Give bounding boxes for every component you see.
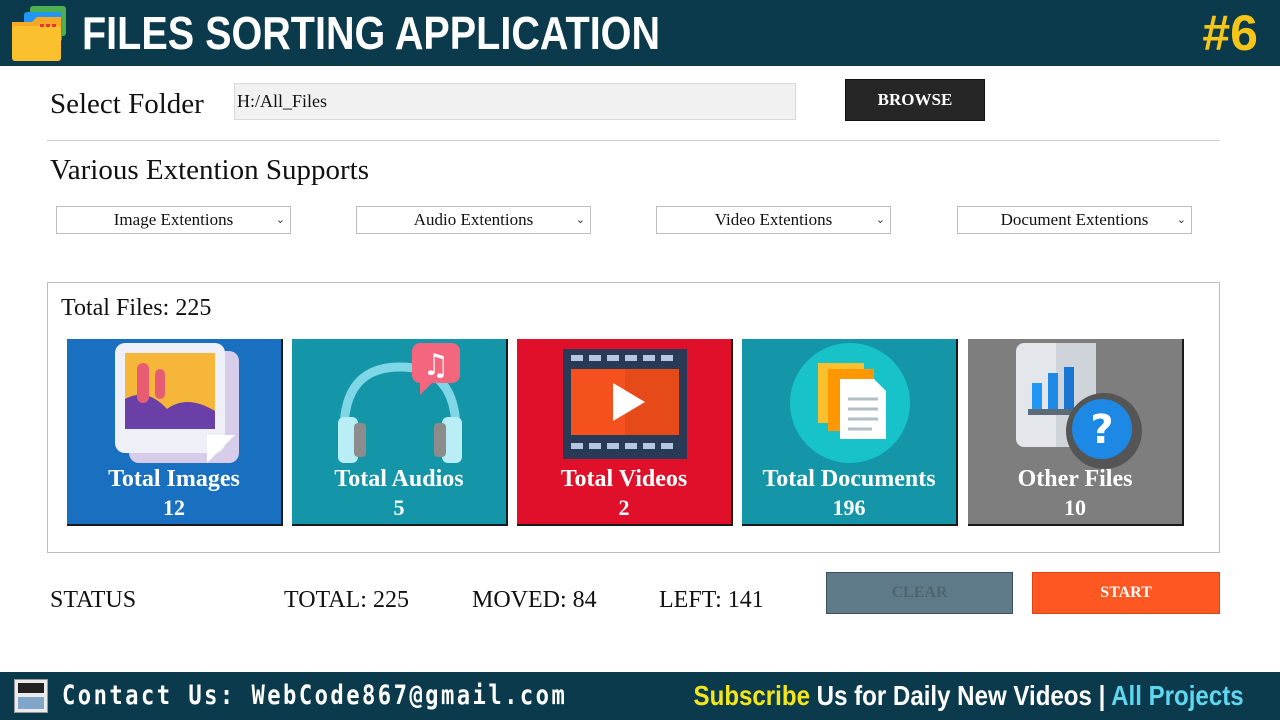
status-total: TOTAL: 225 — [284, 587, 409, 613]
contact-email-text: Contact Us: WebCode867@gmail.com — [62, 680, 568, 711]
image-extensions-value: Image Extentions — [113, 210, 234, 229]
daily-videos-text: Us for Daily New Videos | — [810, 680, 1112, 711]
banner-title: FILES SORTING APPLICATION — [82, 7, 661, 59]
status-moved: MOVED: 84 — [472, 587, 597, 613]
extension-support-label: Various Extention Supports — [50, 154, 369, 186]
folder-path-input[interactable] — [234, 83, 796, 120]
videos-card-count: 2 — [618, 495, 630, 520]
other-files-card-title: Other Files — [1017, 466, 1133, 492]
audios-card-count: 5 — [393, 495, 405, 520]
documents-card-title: Total Documents — [762, 466, 936, 492]
audios-card-title: Total Audios — [334, 466, 464, 492]
document-extensions-select[interactable]: Document Extentions ⌄ — [957, 206, 1192, 234]
select-folder-label: Select Folder — [50, 88, 204, 120]
image-extensions-select[interactable]: Image Extentions ⌄ — [56, 206, 291, 234]
top-banner: FILES SORTING APPLICATION #6 — [0, 0, 1280, 66]
documents-card-count: 196 — [832, 495, 866, 520]
status-label: STATUS — [50, 587, 137, 613]
documents-card[interactable]: Total Documents 196 — [742, 339, 958, 526]
chevron-down-icon: ⌄ — [575, 213, 585, 226]
images-card-title: Total Images — [108, 466, 240, 492]
total-files-label: Total Files: 225 — [61, 295, 212, 321]
subscribe-word: Subscribe — [693, 680, 811, 711]
status-left: LEFT: 141 — [659, 587, 764, 613]
browse-button[interactable]: BROWSE — [845, 79, 985, 121]
clear-button[interactable]: CLEAR — [826, 572, 1013, 614]
divider — [47, 140, 1220, 141]
other-files-card[interactable]: ? Other Files 10 — [968, 339, 1184, 526]
chevron-down-icon: ⌄ — [1176, 213, 1186, 226]
subscribe-text: Subscribe Us for Daily New Videos | All … — [694, 675, 1244, 717]
videos-card-title: Total Videos — [560, 466, 688, 492]
images-card-count: 12 — [163, 495, 185, 520]
video-extensions-select[interactable]: Video Extentions ⌄ — [656, 206, 891, 234]
audio-extensions-select[interactable]: Audio Extentions ⌄ — [356, 206, 591, 234]
folder-app-logo-icon — [12, 6, 66, 61]
other-files-card-count: 10 — [1064, 495, 1086, 520]
svg-text:?: ? — [1090, 407, 1113, 453]
document-extensions-value: Document Extentions — [1000, 210, 1149, 229]
videos-card[interactable]: Total Videos 2 — [517, 339, 733, 526]
episode-number: #6 — [1202, 5, 1258, 61]
all-projects-link[interactable]: All Projects — [1112, 680, 1244, 711]
images-card[interactable]: Total Images 12 — [67, 339, 283, 526]
audio-extensions-value: Audio Extentions — [413, 210, 534, 229]
chevron-down-icon: ⌄ — [875, 213, 885, 226]
start-button[interactable]: START — [1032, 572, 1220, 614]
audios-card[interactable]: ♫ Total Audios 5 — [292, 339, 508, 526]
video-extensions-value: Video Extentions — [714, 210, 833, 229]
chevron-down-icon: ⌄ — [275, 213, 285, 226]
channel-thumbnail-icon — [14, 679, 48, 713]
svg-text:♫: ♫ — [423, 348, 450, 383]
